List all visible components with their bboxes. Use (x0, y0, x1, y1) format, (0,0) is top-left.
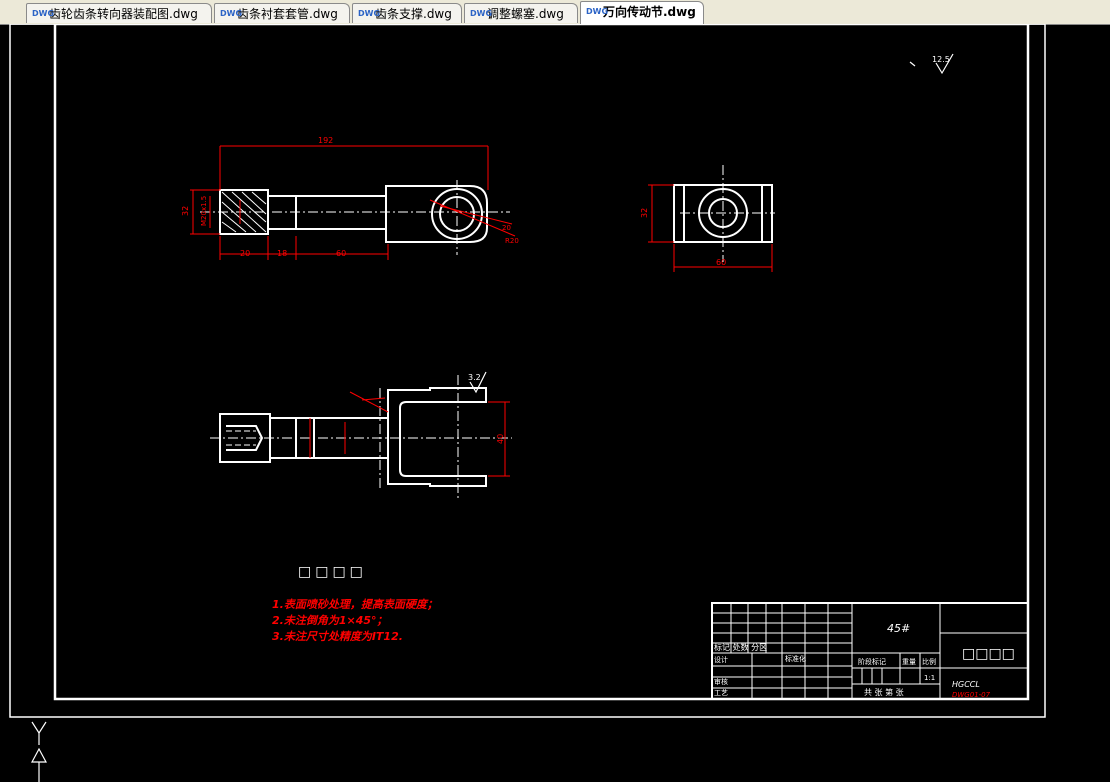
roughness-value-top: 12.5 (932, 55, 950, 64)
title-company: HGCCL (952, 680, 980, 689)
tech-note-3: 3.未注尺寸处精度为IT12. (272, 630, 403, 643)
tech-requirements-title: □□□□ (298, 564, 367, 580)
title-part-name: □□□□ (962, 646, 1015, 662)
dim-60: 60 (336, 249, 346, 258)
title-sheet-info: 共 张 第 张 (864, 687, 904, 697)
title-scale-value: 1:1 (924, 674, 935, 682)
cad-drawing: 192 20 18 60 32 M20x1.5 20 R20 32 60 12.… (9, 24, 1046, 782)
dim-192: 192 (318, 136, 333, 145)
dim-m20: M20x1.5 (200, 196, 208, 226)
dwg-file-icon: DWG (358, 9, 381, 18)
tab-universal-joint[interactable]: DWG 万向传动节.dwg (580, 1, 704, 24)
drawing-canvas[interactable]: 192 20 18 60 32 M20x1.5 20 R20 32 60 12.… (0, 24, 1110, 782)
title-label-weight: 重量 (902, 658, 916, 666)
title-material: 45# (887, 622, 910, 635)
dim-60-end: 60 (716, 258, 726, 267)
tab-bar: DWG 齿轮齿条转向器装配图.dwg DWG 齿条衬套套管.dwg DWG 齿条支撑.… (0, 0, 1110, 25)
title-standard: 标准化 (785, 654, 806, 663)
dim-20: 20 (240, 249, 250, 258)
dim-20-right: 20 (502, 224, 511, 232)
top-view (219, 387, 487, 487)
dim-r20: R20 (505, 237, 519, 245)
end-view-dimensions (648, 184, 773, 272)
tab-assembly[interactable]: DWG 齿轮齿条转向器装配图.dwg (26, 3, 212, 23)
dim-40: 40 (496, 434, 505, 444)
title-designer: 设计 (714, 655, 728, 664)
dwg-file-icon: DWG (586, 7, 609, 16)
dwg-file-icon: DWG (470, 9, 493, 18)
title-process: 工艺 (714, 689, 728, 697)
dim-18: 18 (277, 249, 287, 258)
top-view-dimensions (309, 391, 510, 477)
tab-adjust-plug[interactable]: DWG 调整螺塞.dwg (464, 3, 578, 23)
title-label-scale: 比例 (922, 657, 936, 666)
title-drawing-number: DWG01-07 (952, 691, 991, 699)
title-label-marks: 阶段标记 (858, 657, 886, 666)
tech-note-2: 2.未注倒角为1×45°； (272, 614, 388, 627)
tech-note-1: 1.表面喷砂处理，提高表面硬度； (272, 598, 438, 611)
dim-32: 32 (181, 206, 190, 216)
sheet-border (9, 24, 1046, 718)
side-view (219, 185, 488, 243)
drawing-frame (53, 24, 1030, 701)
tab-support[interactable]: DWG 齿条支撑.dwg (352, 3, 462, 23)
dwg-file-icon: DWG (220, 9, 243, 18)
title-checker: 审核 (714, 677, 728, 686)
ucs-icon (30, 721, 48, 782)
tab-bushing[interactable]: DWG 齿条衬套套管.dwg (214, 3, 350, 23)
dwg-file-icon: DWG (32, 9, 55, 18)
roughness-value-mid: 3.2 (468, 373, 481, 382)
dim-32-end: 32 (640, 208, 649, 218)
title-row-marks: 标记 处数 分区 (714, 642, 767, 652)
